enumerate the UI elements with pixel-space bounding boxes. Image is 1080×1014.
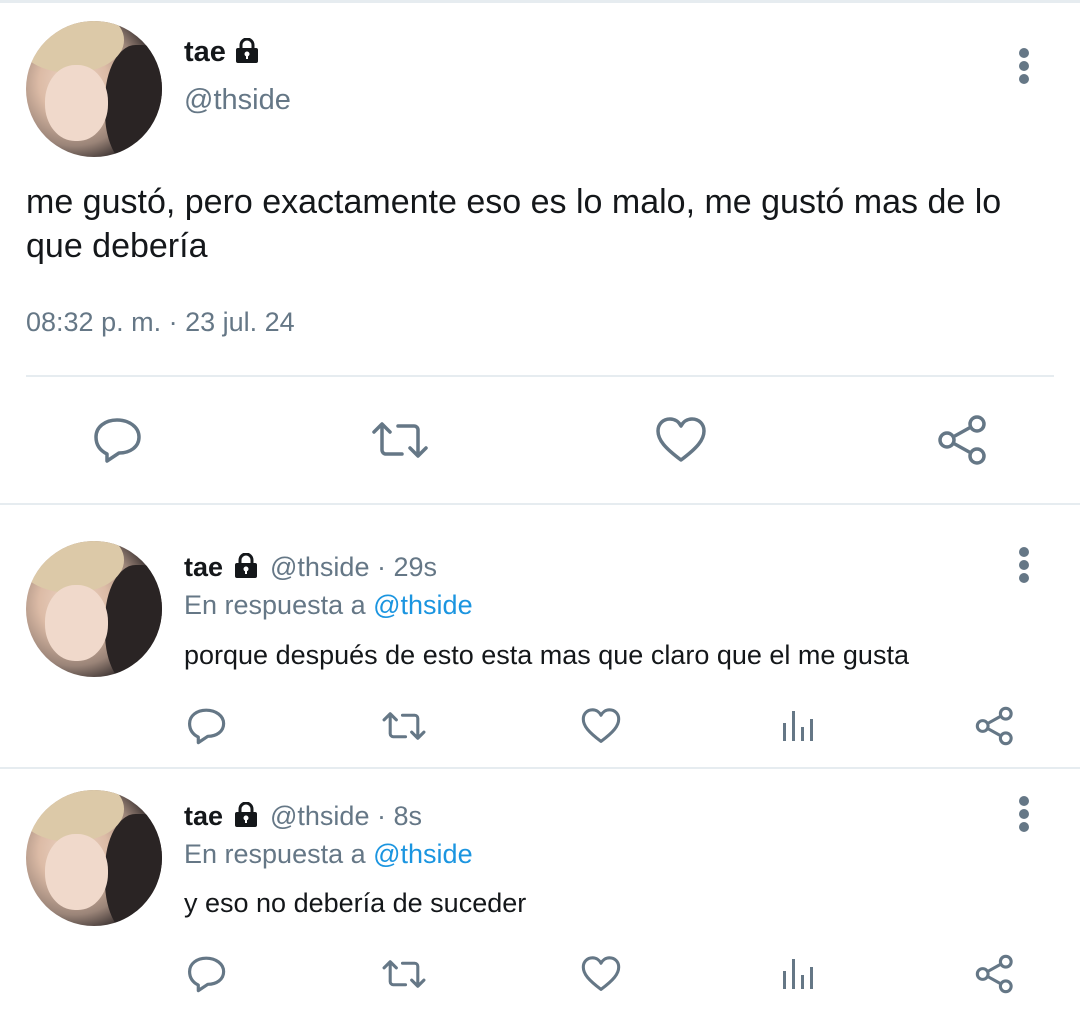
author-name[interactable]: tae <box>184 552 223 583</box>
reply-mention[interactable]: @thside <box>373 839 472 869</box>
retweet-icon[interactable] <box>381 958 427 990</box>
reply-context: En respuesta a @thside <box>184 839 473 870</box>
reply-icon[interactable] <box>187 955 227 993</box>
tweet-timestamp[interactable]: 08:32 p. m. · 23 jul. 24 <box>26 307 295 338</box>
reply-text: porque después de esto esta mas que clar… <box>184 640 909 670</box>
tweet-separator <box>0 503 1080 505</box>
reply-text: y eso no debería de suceder <box>184 888 527 918</box>
lock-icon <box>236 38 258 63</box>
analytics-icon[interactable] <box>780 707 816 743</box>
reply-icon[interactable] <box>93 416 143 464</box>
author-handle[interactable]: @thside <box>184 84 291 117</box>
tweet-text: me gustó, pero exactamente eso es lo mal… <box>26 183 1002 265</box>
handle-time[interactable]: @thside · 8s <box>270 801 422 832</box>
avatar[interactable] <box>26 790 162 926</box>
lock-icon <box>235 802 257 827</box>
avatar[interactable] <box>26 541 162 677</box>
reply-mention[interactable]: @thside <box>373 590 472 620</box>
tweet-separator <box>0 767 1080 769</box>
avatar[interactable] <box>26 21 162 157</box>
like-icon[interactable] <box>581 707 621 745</box>
more-vertical-icon[interactable] <box>1014 545 1034 585</box>
author-name[interactable]: tae <box>184 36 226 69</box>
share-icon[interactable] <box>975 954 1015 994</box>
lock-icon <box>235 553 257 578</box>
reply-prefix: En respuesta a <box>184 839 374 869</box>
retweet-icon[interactable] <box>381 710 427 742</box>
more-vertical-icon[interactable] <box>1014 46 1034 86</box>
main-tweet: tae @thside me gustó, pero exactamente e… <box>0 0 1080 503</box>
reply-context: En respuesta a @thside <box>184 590 473 621</box>
author-name[interactable]: tae <box>184 801 223 832</box>
like-icon[interactable] <box>581 955 621 993</box>
reply-icon[interactable] <box>187 707 227 745</box>
divider <box>26 375 1054 377</box>
handle-time[interactable]: @thside · 29s <box>270 552 437 583</box>
retweet-icon[interactable] <box>370 420 430 460</box>
analytics-icon[interactable] <box>780 955 816 991</box>
share-icon[interactable] <box>975 706 1015 746</box>
like-icon[interactable] <box>655 416 707 464</box>
more-vertical-icon[interactable] <box>1014 794 1034 834</box>
share-icon[interactable] <box>937 414 989 466</box>
reply-prefix: En respuesta a <box>184 590 374 620</box>
